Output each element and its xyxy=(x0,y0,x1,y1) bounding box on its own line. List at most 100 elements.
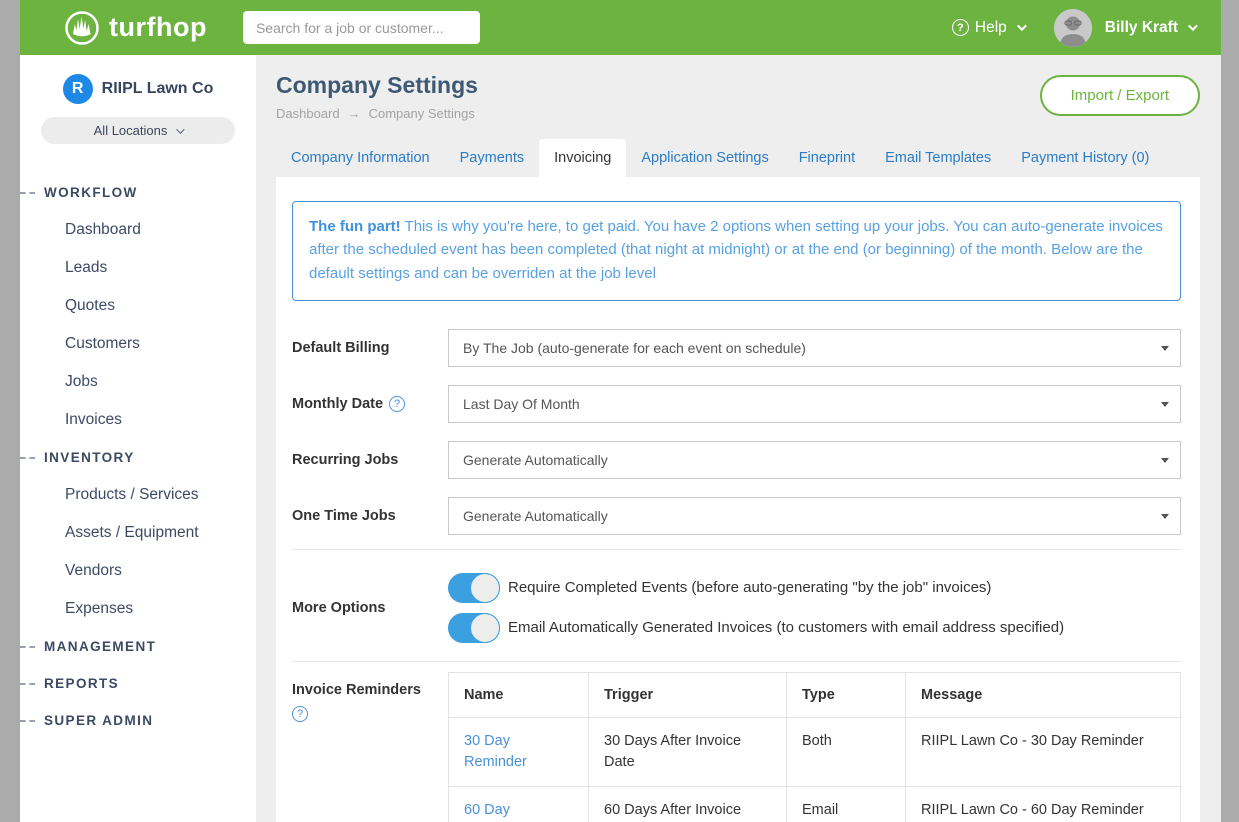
tab-company-information[interactable]: Company Information xyxy=(276,139,445,177)
sidebar-item-assets-equipment[interactable]: Assets / Equipment xyxy=(20,514,256,552)
tab-email-templates[interactable]: Email Templates xyxy=(870,139,1006,177)
brand-name: turfhop xyxy=(109,12,207,43)
locations-selector[interactable]: All Locations xyxy=(41,117,235,144)
cell-type: Both xyxy=(787,717,906,786)
email-generated-invoices-label: Email Automatically Generated Invoices (… xyxy=(508,619,1064,636)
sidebar-item-jobs[interactable]: Jobs xyxy=(20,363,256,401)
tab-payments[interactable]: Payments xyxy=(445,139,539,177)
chevron-down-icon xyxy=(177,125,185,133)
sidebar-item-dashboard[interactable]: Dashboard xyxy=(20,211,256,249)
main-content: Company Settings Dashboard → Company Set… xyxy=(256,55,1221,822)
invoicing-panel: The fun part! This is why you're here, t… xyxy=(276,177,1200,822)
search-input[interactable] xyxy=(243,11,480,44)
breadcrumb-dashboard[interactable]: Dashboard xyxy=(276,106,340,121)
info-callout-lead: The fun part! xyxy=(309,218,401,235)
col-header-message: Message xyxy=(906,672,1181,717)
email-generated-invoices-toggle[interactable] xyxy=(448,613,500,643)
sidebar-item-leads[interactable]: Leads xyxy=(20,249,256,287)
section-dash-icon xyxy=(20,192,35,194)
user-menu[interactable]: Billy Kraft xyxy=(1105,19,1195,37)
left-edge-strip xyxy=(0,0,20,822)
require-completed-events-label: Require Completed Events (before auto-ge… xyxy=(508,579,991,596)
help-circle-icon[interactable]: ? xyxy=(292,706,308,722)
company-name: RIIPL Lawn Co xyxy=(102,80,214,98)
grass-logo-icon xyxy=(64,10,100,46)
company-badge: R xyxy=(63,74,93,104)
reminder-link-60-day[interactable]: 60 Day Reminder xyxy=(464,802,527,822)
help-label: Help xyxy=(975,19,1007,37)
sidebar-section-reports[interactable]: REPORTS xyxy=(20,665,256,702)
cell-trigger: 30 Days After Invoice Date xyxy=(589,717,787,786)
caret-down-icon xyxy=(1161,346,1169,351)
one-time-jobs-label: One Time Jobs xyxy=(292,508,448,524)
cell-message: RIIPL Lawn Co - 30 Day Reminder xyxy=(906,717,1181,786)
sidebar-item-invoices[interactable]: Invoices xyxy=(20,401,256,439)
sidebar: R RIIPL Lawn Co All Locations WORKFLOW D… xyxy=(20,55,256,822)
help-circle-icon[interactable]: ? xyxy=(389,396,405,412)
default-billing-select[interactable]: By The Job (auto-generate for each event… xyxy=(448,329,1181,367)
require-completed-events-toggle[interactable] xyxy=(448,573,500,603)
monthly-date-label: Monthly Date ? xyxy=(292,396,448,412)
sidebar-section-management[interactable]: MANAGEMENT xyxy=(20,628,256,665)
sidebar-item-vendors[interactable]: Vendors xyxy=(20,552,256,590)
breadcrumb-current: Company Settings xyxy=(369,106,475,121)
sidebar-item-quotes[interactable]: Quotes xyxy=(20,287,256,325)
sidebar-item-products-services[interactable]: Products / Services xyxy=(20,476,256,514)
sidebar-section-inventory[interactable]: INVENTORY xyxy=(20,439,256,476)
recurring-jobs-select[interactable]: Generate Automatically xyxy=(448,441,1181,479)
cell-type: Email xyxy=(787,786,906,822)
tab-payment-history[interactable]: Payment History (0) xyxy=(1006,139,1164,177)
tab-invoicing[interactable]: Invoicing xyxy=(539,139,626,177)
table-header-row: Name Trigger Type Message xyxy=(449,672,1181,717)
help-circle-icon: ? xyxy=(952,19,969,36)
invoice-reminders-table: Name Trigger Type Message 30 Day Reminde… xyxy=(448,672,1181,822)
tab-fineprint[interactable]: Fineprint xyxy=(784,139,870,177)
sidebar-menu: WORKFLOW Dashboard Leads Quotes Customer… xyxy=(20,174,256,739)
locations-label: All Locations xyxy=(94,123,168,138)
help-menu[interactable]: ? Help xyxy=(952,19,1024,37)
cell-trigger: 60 Days After Invoice Date xyxy=(589,786,787,822)
tab-application-settings[interactable]: Application Settings xyxy=(626,139,783,177)
sidebar-section-super-admin[interactable]: SUPER ADMIN xyxy=(20,702,256,739)
sidebar-item-expenses[interactable]: Expenses xyxy=(20,590,256,628)
user-name: Billy Kraft xyxy=(1105,19,1178,37)
breadcrumb-arrow-icon: → xyxy=(348,106,361,121)
chevron-down-icon xyxy=(1188,21,1198,31)
user-avatar[interactable] xyxy=(1054,9,1092,47)
col-header-type: Type xyxy=(787,672,906,717)
cell-message: RIIPL Lawn Co - 60 Day Reminder xyxy=(906,786,1181,822)
toggle-knob xyxy=(470,613,500,643)
app-window: turfhop ? Help xyxy=(0,0,1239,822)
settings-tabs: Company Information Payments Invoicing A… xyxy=(276,139,1200,177)
section-dash-icon xyxy=(20,720,35,722)
reminder-link-30-day[interactable]: 30 Day Reminder xyxy=(464,733,527,770)
col-header-name: Name xyxy=(449,672,589,717)
caret-down-icon xyxy=(1161,458,1169,463)
monthly-date-select[interactable]: Last Day Of Month xyxy=(448,385,1181,423)
col-header-trigger: Trigger xyxy=(589,672,787,717)
section-dash-icon xyxy=(20,457,35,459)
section-dash-icon xyxy=(20,646,35,648)
one-time-jobs-select[interactable]: Generate Automatically xyxy=(448,497,1181,535)
table-row: 30 Day Reminder 30 Days After Invoice Da… xyxy=(449,717,1181,786)
caret-down-icon xyxy=(1161,402,1169,407)
chevron-down-icon xyxy=(1017,21,1027,31)
toggle-knob xyxy=(470,573,500,603)
info-callout: The fun part! This is why you're here, t… xyxy=(292,201,1181,301)
sidebar-section-workflow[interactable]: WORKFLOW xyxy=(20,174,256,211)
turfhop-logo[interactable]: turfhop xyxy=(64,10,207,46)
scrollbar[interactable] xyxy=(1221,0,1239,822)
section-divider xyxy=(292,661,1181,662)
sidebar-item-customers[interactable]: Customers xyxy=(20,325,256,363)
import-export-button[interactable]: Import / Export xyxy=(1040,75,1200,116)
company-brand: R RIIPL Lawn Co xyxy=(20,74,256,104)
table-row: 60 Day Reminder 60 Days After Invoice Da… xyxy=(449,786,1181,822)
more-options-label: More Options xyxy=(292,573,448,643)
recurring-jobs-label: Recurring Jobs xyxy=(292,452,448,468)
section-dash-icon xyxy=(20,683,35,685)
info-callout-text: This is why you're here, to get paid. Yo… xyxy=(309,218,1163,282)
section-divider xyxy=(292,549,1181,550)
top-navbar: turfhop ? Help xyxy=(20,0,1221,55)
default-billing-label: Default Billing xyxy=(292,340,448,356)
caret-down-icon xyxy=(1161,514,1169,519)
